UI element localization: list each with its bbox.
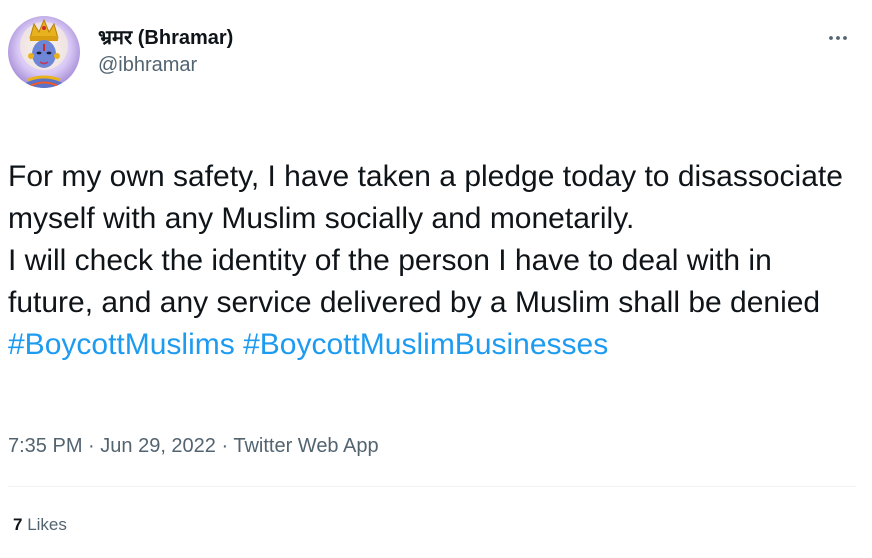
tweet-date[interactable]: Jun 29, 2022 — [100, 435, 216, 457]
deity-portrait-avatar-icon — [8, 16, 80, 88]
user-handle[interactable]: @ibhramar — [98, 52, 233, 78]
meta-separator: · — [82, 435, 101, 457]
hashtag-link-boycottmuslimbusinesses[interactable]: #BoycottMuslimBusinesses — [243, 328, 608, 361]
avatar[interactable] — [8, 16, 80, 88]
hashtag-list: #BoycottMuslims #BoycottMuslimBusinesses — [8, 324, 858, 366]
tweet-text: For my own safety, I have taken a pledge… — [8, 160, 843, 319]
tweet-metadata: 7:35 PM · Jun 29, 2022 · Twitter Web App — [8, 432, 379, 460]
more-options-button[interactable] — [822, 22, 854, 54]
tweet-source[interactable]: Twitter Web App — [233, 435, 378, 457]
ellipsis-icon — [829, 36, 847, 40]
divider — [8, 486, 856, 487]
tweet-body: For my own safety, I have taken a pledge… — [8, 114, 858, 408]
display-name[interactable]: भ्रमर (Bhramar) — [98, 26, 233, 50]
likes-link[interactable]: 7 Likes — [13, 512, 67, 538]
tweet-card: भ्रमर (Bhramar) @ibhramar For my own saf… — [0, 0, 872, 558]
tweet-header: भ्रमर (Bhramar) @ibhramar — [8, 16, 856, 90]
hashtag-link-boycottmuslims[interactable]: #BoycottMuslims — [8, 328, 235, 361]
tweet-time[interactable]: 7:35 PM — [8, 435, 82, 457]
meta-separator: · — [215, 435, 234, 457]
likes-count: 7 — [13, 515, 23, 534]
likes-label: Likes — [27, 515, 67, 534]
author-names: भ्रमर (Bhramar) @ibhramar — [98, 26, 233, 78]
